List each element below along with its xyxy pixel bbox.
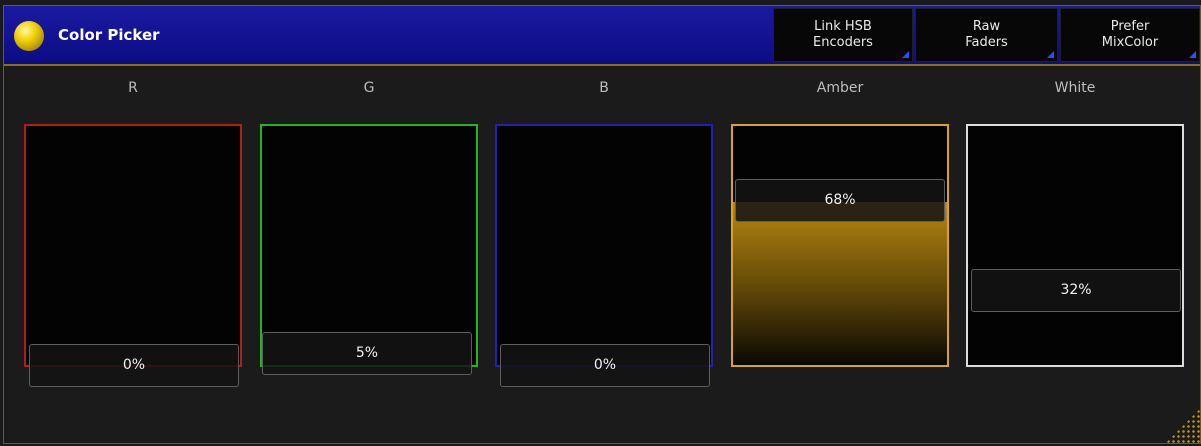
corner-triangle-icon: [1189, 51, 1196, 58]
fader-b[interactable]: [495, 124, 713, 367]
fader-value-white[interactable]: 32%: [971, 269, 1181, 312]
raw-faders-button[interactable]: Raw Faders: [915, 8, 1058, 62]
fader-value-r[interactable]: 0%: [29, 344, 239, 387]
raw-faders-label-line1: Raw: [972, 19, 1001, 34]
resize-grip-icon[interactable]: [1166, 409, 1200, 443]
fader-fill: [733, 202, 947, 365]
fader-value-amber[interactable]: 68%: [735, 179, 945, 222]
prefer-mixcolor-button[interactable]: Prefer MixColor: [1060, 8, 1200, 62]
fader-white[interactable]: [966, 124, 1184, 367]
link-hsb-label-line1: Link HSB: [814, 19, 872, 34]
fader-label-g: G: [363, 80, 375, 96]
color-picker-window: Color Picker Link HSB Encoders Raw Fader…: [3, 5, 1201, 444]
window-title: Color Picker: [58, 26, 160, 44]
color-picker-orb-icon: [14, 21, 44, 51]
fader-r[interactable]: [24, 124, 242, 367]
fader-g[interactable]: [260, 124, 478, 367]
prefer-mixcolor-label-line1: Prefer: [1110, 19, 1150, 34]
title-bar: Color Picker Link HSB Encoders Raw Fader…: [4, 6, 1200, 66]
fader-amber[interactable]: [731, 124, 949, 367]
fader-value-b[interactable]: 0%: [500, 344, 710, 387]
corner-triangle-icon: [1047, 51, 1054, 58]
fader-label-amber: Amber: [816, 80, 864, 96]
raw-faders-label-line2: Faders: [965, 35, 1008, 50]
prefer-mixcolor-label-line2: MixColor: [1101, 35, 1159, 50]
fader-label-white: White: [1054, 80, 1096, 96]
link-hsb-encoders-button[interactable]: Link HSB Encoders: [773, 8, 913, 62]
fader-label-r: R: [128, 80, 138, 96]
fader-label-b: B: [599, 80, 609, 96]
corner-triangle-icon: [902, 51, 909, 58]
fader-value-g[interactable]: 5%: [262, 332, 472, 375]
link-hsb-label-line2: Encoders: [813, 35, 873, 50]
